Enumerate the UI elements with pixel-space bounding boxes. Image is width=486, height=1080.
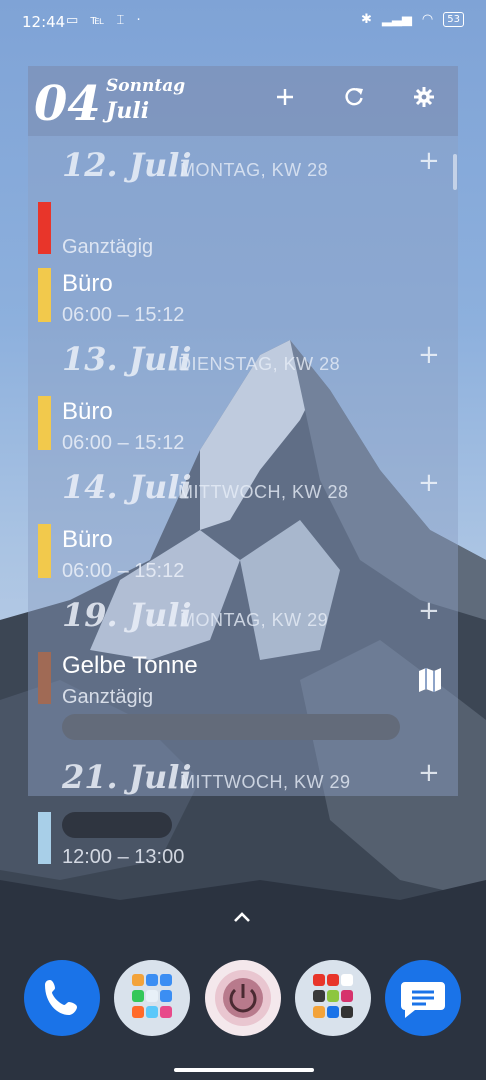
event-item[interactable]: Ganztägig: [28, 202, 458, 258]
power-app-icon[interactable]: [205, 960, 281, 1036]
weekday-week-label: MITTWOCH, KW 28: [178, 482, 349, 502]
chevron-up-icon[interactable]: [232, 908, 252, 929]
date-row[interactable]: 21. Juli MITTWOCH, KW 29 +: [28, 758, 458, 798]
redacted-title-bar: [62, 812, 172, 838]
bluetooth-icon: ✱: [361, 12, 372, 27]
power-icon: [215, 970, 271, 1026]
weekday-week-label: DIENSTAG, KW 28: [178, 354, 341, 374]
event-sub: 12:00 – 13:00: [62, 846, 185, 868]
event-sub: 06:00 – 15:12: [62, 304, 185, 326]
folder-grid-icon: [132, 974, 172, 1018]
redacted-location-bar: [62, 714, 400, 740]
app-folder-1[interactable]: [114, 960, 190, 1036]
plus-icon: [277, 89, 293, 105]
event-item[interactable]: Gelbe Tonne Ganztägig: [28, 650, 458, 740]
event-color-bar: [38, 202, 51, 254]
date-row[interactable]: 12. Juli MONTAG, KW 28 +: [28, 146, 458, 186]
event-color-bar: [38, 268, 51, 322]
map-icon[interactable]: [416, 666, 444, 694]
add-event-plus-icon[interactable]: +: [418, 146, 440, 176]
event-item[interactable]: Büro 06:00 – 15:12: [28, 394, 458, 454]
status-bar: 12:44 ▭ ℡ ⌶ · ✱ ▂▃▅ ◠ 53: [0, 0, 486, 46]
wifi-icon: ◠: [421, 12, 434, 27]
date-label: 12. Juli: [62, 146, 192, 184]
event-item[interactable]: 12:00 – 13:00: [28, 810, 458, 870]
status-right: ✱ ▂▃▅ ◠ 53: [361, 12, 464, 27]
gear-icon: [414, 87, 434, 107]
add-event-plus-icon[interactable]: +: [418, 468, 440, 498]
event-title: Gelbe Tonne: [62, 652, 198, 679]
notification-icons: ▭ ℡ ⌶ ·: [66, 13, 145, 28]
signal-icon: ▂▃▅: [381, 12, 412, 27]
phone-icon: [45, 980, 77, 1015]
app-folder-2[interactable]: [295, 960, 371, 1036]
event-sub: Ganztägig: [62, 236, 154, 258]
event-sub: Ganztägig: [62, 686, 154, 708]
weekday-week-label: MONTAG, KW 29: [180, 610, 329, 630]
battery-icon: 53: [443, 12, 464, 27]
event-title: Büro: [62, 398, 113, 425]
calendar-widget[interactable]: 04 Sonntag Juli 12. Juli MONTAG, KW 28 +…: [28, 66, 458, 796]
date-label: 14. Juli: [62, 468, 192, 506]
event-color-bar: [38, 524, 51, 578]
event-color-bar: [38, 812, 51, 864]
add-event-plus-icon[interactable]: +: [418, 340, 440, 370]
app-dock: [0, 960, 486, 1040]
refresh-button[interactable]: [339, 86, 369, 116]
date-row[interactable]: 14. Juli MITTWOCH, KW 28 +: [28, 468, 458, 508]
messages-app-icon[interactable]: [385, 960, 461, 1036]
event-title: Büro: [62, 270, 113, 297]
add-event-plus-icon[interactable]: +: [418, 596, 440, 626]
weekday-week-label: MONTAG, KW 28: [180, 160, 329, 180]
header-weekday: Sonntag: [106, 76, 186, 96]
date-row[interactable]: 13. Juli DIENSTAG, KW 28 +: [28, 340, 458, 380]
folder-grid-icon: [313, 974, 353, 1018]
weekday-week-label: MITTWOCH, KW 29: [180, 772, 351, 792]
messages-icon: [401, 982, 445, 1018]
navigation-pill[interactable]: [174, 1068, 314, 1072]
event-item[interactable]: Büro 06:00 – 15:12: [28, 522, 458, 582]
event-color-bar: [38, 396, 51, 450]
event-sub: 06:00 – 15:12: [62, 432, 185, 454]
header-month: Juli: [106, 98, 150, 124]
date-label: 13. Juli: [62, 340, 192, 378]
date-label: 21. Juli: [62, 758, 192, 796]
event-item[interactable]: Büro 06:00 – 15:12: [28, 266, 458, 326]
status-time: 12:44: [22, 13, 66, 31]
date-row[interactable]: 19. Juli MONTAG, KW 29 +: [28, 596, 458, 636]
add-event-button[interactable]: [270, 86, 300, 116]
phone-app-icon[interactable]: [24, 960, 100, 1036]
refresh-icon: [345, 87, 363, 106]
header-day-number: 04: [34, 76, 101, 132]
date-label: 19. Juli: [62, 596, 192, 634]
event-sub: 06:00 – 15:12: [62, 560, 185, 582]
event-color-bar: [38, 652, 51, 704]
widget-header: 04 Sonntag Juli: [28, 66, 458, 136]
settings-button[interactable]: [409, 86, 439, 116]
add-event-plus-icon[interactable]: +: [418, 758, 440, 788]
event-title: Büro: [62, 526, 113, 553]
